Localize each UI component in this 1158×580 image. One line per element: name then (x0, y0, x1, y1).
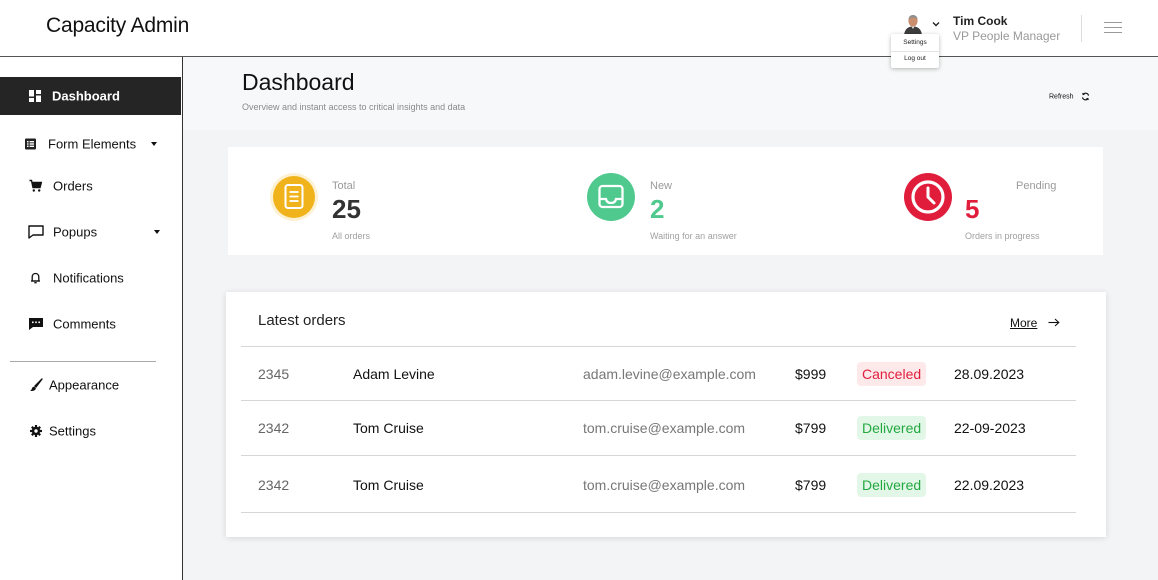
sidebar-divider (10, 361, 156, 362)
table-row[interactable]: 2345 Adam Levine adam.levine@example.com… (226, 347, 1106, 401)
order-id: 2342 (258, 420, 290, 436)
stat-pending-value: 5 (965, 194, 980, 224)
page-header: Dashboard Overview and instant access to… (183, 57, 1158, 130)
comment-icon (29, 318, 43, 330)
dropdown-logout[interactable]: Log out (891, 55, 939, 62)
brush-icon (30, 378, 43, 392)
sidebar-item-label: Dashboard (52, 88, 120, 104)
sidebar-item-notifications[interactable]: Notifications (0, 259, 181, 297)
caret-down-icon (151, 142, 157, 146)
order-date: 22-09-2023 (954, 420, 1026, 436)
sidebar-item-label: Appearance (49, 377, 120, 393)
order-id: 2345 (258, 366, 290, 382)
stat-total-value: 25 (332, 194, 361, 224)
stat-new-label: New (650, 180, 673, 192)
refresh-button[interactable]: Refresh (1049, 88, 1090, 101)
chevron-down-icon[interactable] (931, 20, 941, 28)
inbox-icon (587, 173, 635, 221)
sidebar-item-label: Form Elements (48, 136, 137, 152)
status-badge: Delivered (857, 416, 927, 440)
page-title: Dashboard (242, 69, 355, 95)
clock-icon (904, 173, 952, 221)
status-badge: Delivered (857, 473, 927, 497)
sidebar-item-label: Popups (53, 224, 98, 240)
stat-pending-label: Pending (1016, 180, 1057, 192)
stat-new-value: 2 (650, 194, 665, 224)
user-role: VP People Manager (953, 29, 1061, 43)
order-date: 22.09.2023 (954, 477, 1025, 493)
more-link[interactable]: More (1010, 314, 1060, 332)
sidebar-item-popups[interactable]: Popups (0, 213, 181, 251)
sidebar-item-appearance[interactable]: Appearance (0, 366, 181, 404)
sidebar-item-label: Orders (53, 178, 93, 194)
form-icon (25, 138, 36, 150)
table-row[interactable]: 2342 Tom Cruise tom.cruise@example.com $… (226, 458, 1106, 512)
sidebar: Dashboard Form Elements Orders Popups No… (0, 57, 183, 580)
dropdown-settings[interactable]: Settings (891, 39, 939, 46)
refresh-icon (1081, 92, 1090, 101)
order-customer: Tom Cruise (353, 477, 424, 493)
gear-icon (30, 425, 42, 437)
sidebar-item-label: Settings (49, 423, 96, 439)
sidebar-item-settings[interactable]: Settings (0, 412, 181, 450)
status-badge: Canceled (857, 362, 927, 386)
order-email: adam.levine@example.com (583, 366, 756, 382)
order-email: tom.cruise@example.com (583, 420, 746, 436)
sidebar-item-form-elements[interactable]: Form Elements (0, 125, 181, 163)
order-id: 2342 (258, 477, 290, 493)
sidebar-item-dashboard[interactable]: Dashboard (0, 77, 181, 115)
bell-icon (31, 272, 40, 284)
document-icon (270, 173, 318, 221)
order-amount: $999 (795, 366, 827, 382)
cart-icon (29, 179, 42, 192)
page-subtitle: Overview and instant access to critical … (242, 102, 466, 112)
stat-new-note: Waiting for an answer (650, 231, 737, 241)
sidebar-item-comments[interactable]: Comments (0, 305, 181, 343)
dropdown-divider (891, 50, 939, 52)
table-row[interactable]: 2342 Tom Cruise tom.cruise@example.com $… (226, 401, 1106, 455)
order-amount: $799 (795, 420, 827, 436)
more-label: More (1010, 315, 1038, 330)
dashboard-icon (29, 90, 41, 102)
orders-title: Latest orders (258, 312, 346, 329)
order-date: 28.09.2023 (954, 366, 1025, 382)
header-divider (1081, 15, 1082, 42)
sidebar-item-label: Comments (53, 316, 116, 332)
caret-down-icon (154, 230, 160, 234)
order-customer: Adam Levine (353, 366, 435, 382)
stats-card: Total 25 All orders New 2 Waiting for an… (228, 147, 1103, 255)
row-divider (241, 512, 1076, 513)
order-amount: $799 (795, 477, 827, 493)
top-header: Capacity Admin Tim Cook VP People Manage… (0, 0, 1158, 57)
user-avatar[interactable] (903, 13, 923, 35)
main-content: Dashboard Overview and instant access to… (183, 57, 1158, 580)
arrow-right-icon (1048, 318, 1060, 327)
hamburger-menu-icon[interactable] (1104, 21, 1122, 35)
order-customer: Tom Cruise (353, 420, 424, 436)
order-email: tom.cruise@example.com (583, 477, 746, 493)
refresh-label: Refresh (1049, 93, 1074, 101)
row-divider (241, 455, 1076, 456)
user-name: Tim Cook (953, 14, 1008, 28)
stat-pending-note: Orders in progress (965, 231, 1040, 241)
sidebar-item-orders[interactable]: Orders (0, 167, 181, 205)
app-title: Capacity Admin (46, 14, 190, 37)
user-dropdown-menu: Settings Log out (891, 34, 939, 68)
sidebar-item-label: Notifications (53, 270, 124, 286)
latest-orders-card: Latest orders More 2345 Adam Levine adam… (226, 292, 1106, 537)
stat-total-label: Total (332, 180, 356, 192)
popup-icon (28, 225, 44, 239)
stat-total-note: All orders (332, 231, 371, 241)
